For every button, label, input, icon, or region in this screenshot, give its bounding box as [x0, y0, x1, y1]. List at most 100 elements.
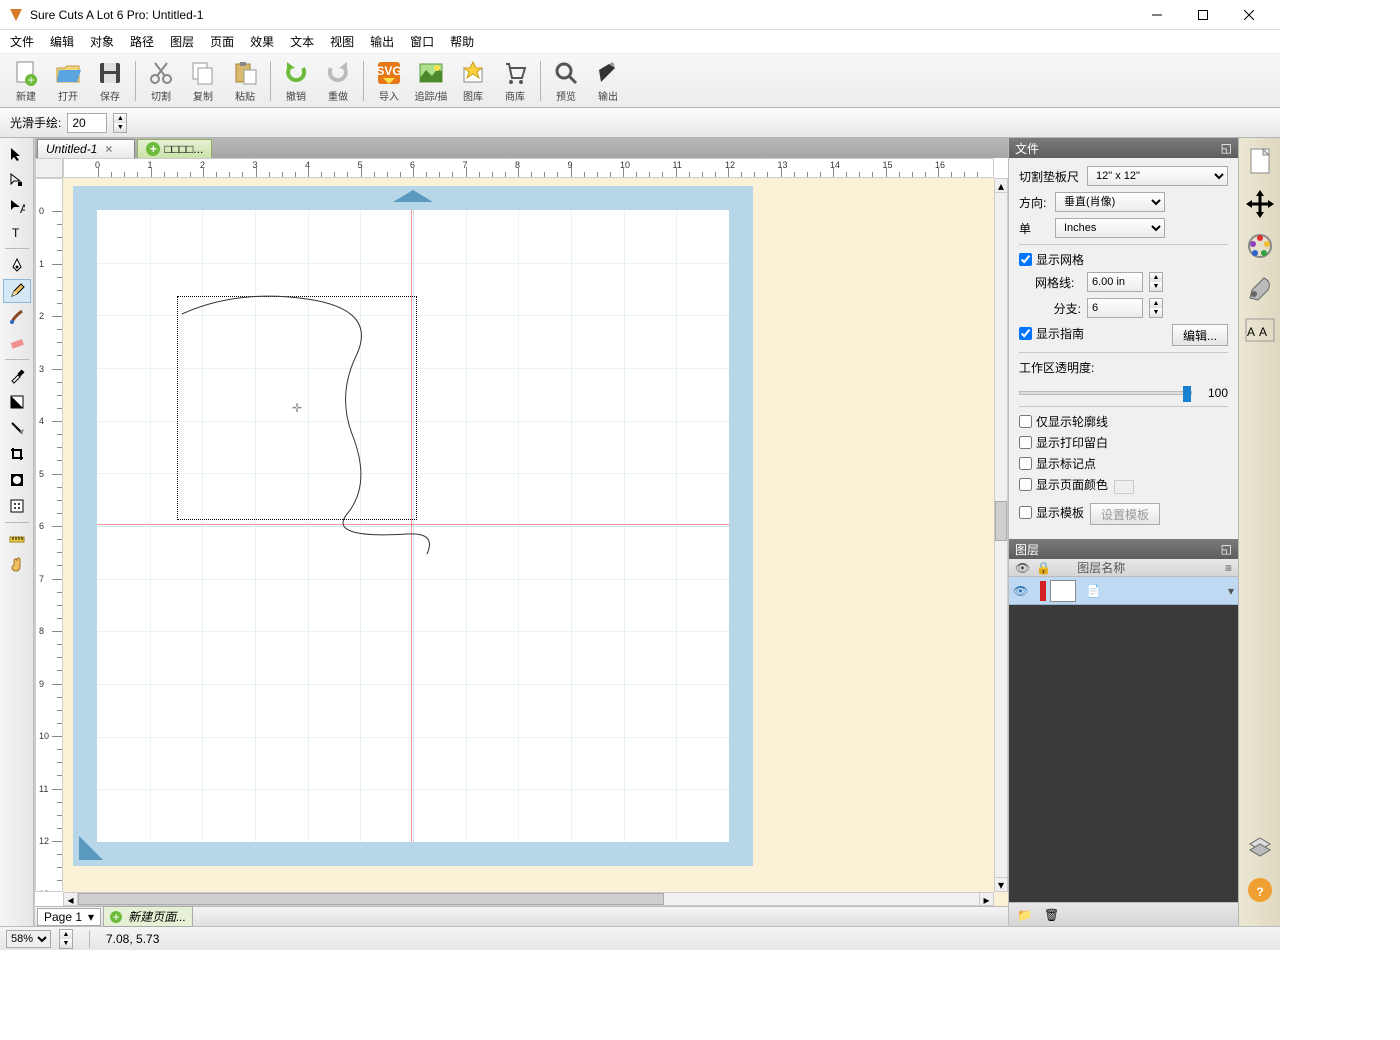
tool-eyedrop[interactable] [3, 364, 31, 388]
layers-menu-icon[interactable]: ≡ [1225, 561, 1232, 575]
minimize-button[interactable] [1134, 0, 1180, 30]
tab-new[interactable]: +□□□□... [137, 139, 212, 158]
tb-redo[interactable]: 重做 [318, 56, 358, 106]
tb-library[interactable]: 图库 [453, 56, 493, 106]
tab-untitled[interactable]: Untitled-1× [37, 139, 135, 158]
drawn-path[interactable] [177, 294, 437, 554]
tb-preview[interactable]: 预览 [546, 56, 586, 106]
menu-text[interactable]: 文本 [290, 33, 314, 50]
showguide-check[interactable]: 显示指南 [1019, 325, 1084, 342]
tb-import[interactable]: SVG导入 [369, 56, 409, 106]
tb-output[interactable]: 输出 [588, 56, 628, 106]
tool-eraser[interactable] [3, 331, 31, 355]
menu-layer[interactable]: 图层 [170, 33, 194, 50]
gridline-spinner[interactable]: ▲▼ [1149, 272, 1163, 292]
matsize-select[interactable]: 12" x 12" [1087, 166, 1228, 186]
settemplate-button[interactable]: 设置模板 [1090, 503, 1160, 525]
page-menu-icon[interactable]: ▾ [88, 910, 94, 924]
edit-guides-button[interactable]: 编辑... [1172, 324, 1228, 346]
tb-save[interactable]: 保存 [90, 56, 130, 106]
maximize-button[interactable] [1180, 0, 1226, 30]
menu-file[interactable]: 文件 [10, 33, 34, 50]
canvas-viewport[interactable]: ✛ [63, 178, 1008, 906]
tool-stencil[interactable] [3, 494, 31, 518]
orient-select[interactable]: 垂直(肖像) [1055, 192, 1165, 212]
zoom-spinner[interactable]: ▲▼ [59, 929, 73, 949]
tb-store[interactable]: 商库 [495, 56, 535, 106]
smooth-spinner[interactable]: ▲▼ [113, 113, 127, 133]
page-tab[interactable]: Page 1▾ [37, 908, 101, 926]
layer-color-swatch[interactable] [1040, 581, 1046, 601]
pagecolor-swatch[interactable] [1114, 480, 1134, 494]
menu-object[interactable]: 对象 [90, 33, 114, 50]
tool-hand[interactable] [3, 553, 31, 577]
subdiv-spinner[interactable]: ▲▼ [1149, 298, 1163, 318]
menu-effect[interactable]: 效果 [250, 33, 274, 50]
zoom-select[interactable]: 58% [6, 930, 51, 948]
scrollbar-vertical[interactable]: ▴ ▾ [994, 178, 1008, 892]
menu-page[interactable]: 页面 [210, 33, 234, 50]
unit-select[interactable]: Inches [1055, 218, 1165, 238]
ruler-vertical[interactable]: 012345678910111213 [35, 178, 63, 892]
eye-icon[interactable]: 👁 [1013, 584, 1028, 598]
tb-new[interactable]: +新建 [6, 56, 46, 106]
tool-knife[interactable] [3, 416, 31, 440]
tool-pen[interactable] [3, 253, 31, 277]
tab-style-icon[interactable] [1244, 272, 1276, 304]
close-button[interactable] [1226, 0, 1272, 30]
menu-output[interactable]: 输出 [370, 33, 394, 50]
layer-row[interactable]: 👁 📄 ▾ [1009, 577, 1238, 605]
showgrid-check[interactable]: 显示网格 [1019, 251, 1228, 268]
ruler-horizontal[interactable]: 012345678910111213141516 [63, 158, 994, 178]
delete-layer-icon[interactable]: 🗑 [1044, 908, 1059, 922]
panel-expand-icon[interactable]: ◱ [1221, 542, 1232, 556]
outline-check[interactable]: 仅显示轮廓线 [1019, 413, 1228, 430]
tab-layers-icon[interactable] [1244, 832, 1276, 864]
menu-help[interactable]: 帮助 [450, 33, 474, 50]
tool-ruler[interactable] [3, 527, 31, 551]
gridline-input[interactable] [1087, 272, 1143, 292]
tool-text[interactable]: T [3, 220, 31, 244]
tool-shape[interactable] [3, 468, 31, 492]
smooth-input[interactable] [67, 113, 107, 133]
tb-undo[interactable]: 撤销 [276, 56, 316, 106]
layer-thumbnail[interactable] [1050, 580, 1076, 602]
tb-copy[interactable]: 复制 [183, 56, 223, 106]
tb-open[interactable]: 打开 [48, 56, 88, 106]
document-panel-header[interactable]: 文件 ◱ [1009, 138, 1238, 158]
menu-edit[interactable]: 编辑 [50, 33, 74, 50]
menu-window[interactable]: 窗口 [410, 33, 434, 50]
opacity-slider[interactable] [1019, 391, 1192, 395]
tab-text-icon[interactable]: AA [1244, 314, 1276, 346]
panel-expand-icon[interactable]: ◱ [1221, 141, 1232, 155]
new-layer-icon[interactable]: 📁 [1017, 908, 1032, 922]
new-page-tab[interactable]: +新建页面... [103, 906, 193, 927]
tool-pencil[interactable] [3, 279, 31, 303]
tool-brush[interactable] [3, 305, 31, 329]
pagecolor-check[interactable]: 显示页面颜色 [1019, 476, 1108, 493]
tab-document-icon[interactable] [1244, 146, 1276, 178]
tool-edit-node[interactable] [3, 168, 31, 192]
tab-help-icon[interactable]: ? [1244, 874, 1276, 906]
tb-paste[interactable]: 粘贴 [225, 56, 265, 106]
mat-page[interactable]: ✛ [97, 210, 729, 842]
tab-fill-icon[interactable] [1244, 230, 1276, 262]
tb-cut[interactable]: 切割 [141, 56, 181, 106]
regmark-check[interactable]: 显示标记点 [1019, 455, 1228, 472]
printmargin-check[interactable]: 显示打印留白 [1019, 434, 1228, 451]
tool-crop[interactable] [3, 442, 31, 466]
menu-view[interactable]: 视图 [330, 33, 354, 50]
subdiv-input[interactable] [1087, 298, 1143, 318]
tool-type[interactable]: A [3, 194, 31, 218]
tool-gradient[interactable] [3, 390, 31, 414]
scrollbar-horizontal[interactable]: ◂ ▸ [63, 892, 994, 906]
layers-panel-header[interactable]: 图层◱ [1009, 539, 1238, 559]
note-icon[interactable]: 📄 [1086, 584, 1101, 598]
tb-trace[interactable]: 追踪/描 [411, 56, 451, 106]
template-check[interactable]: 显示模板 [1019, 504, 1084, 521]
menu-path[interactable]: 路径 [130, 33, 154, 50]
chevron-down-icon[interactable]: ▾ [1228, 584, 1234, 598]
tool-select[interactable] [3, 142, 31, 166]
tab-close-icon[interactable]: × [105, 142, 112, 156]
tab-position-icon[interactable] [1244, 188, 1276, 220]
